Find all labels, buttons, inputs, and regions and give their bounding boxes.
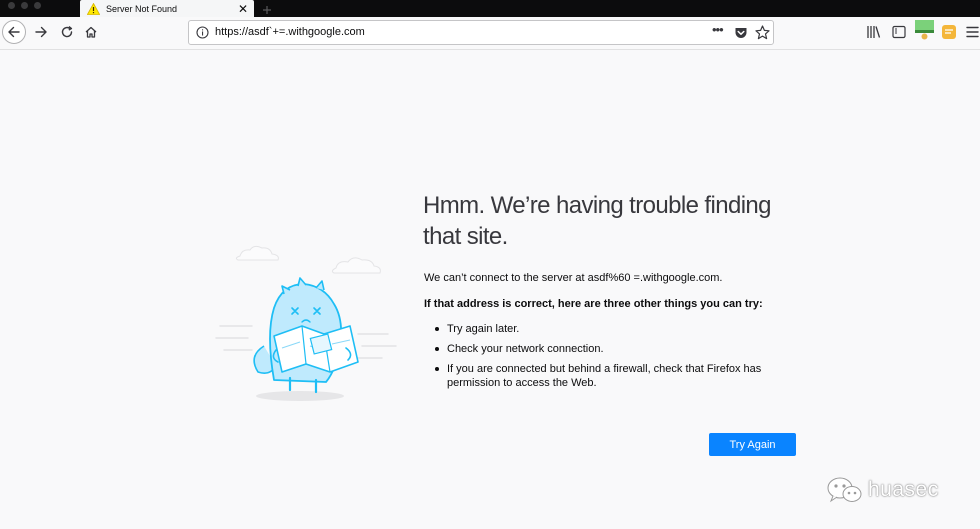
- url-text[interactable]: https://asdf`+=.withgoogle.com: [215, 26, 365, 38]
- back-arrow-icon: [8, 26, 20, 38]
- hamburger-menu-icon[interactable]: [965, 24, 980, 40]
- url-bar[interactable]: https://asdf`+=.withgoogle.com •••: [188, 20, 774, 45]
- error-illustration: [212, 238, 412, 410]
- star-icon[interactable]: [755, 25, 770, 40]
- tab-server-not-found[interactable]: Server Not Found ✕: [80, 0, 254, 17]
- list-item: Check your network connection.: [424, 342, 804, 356]
- reload-icon: [61, 25, 73, 38]
- close-window-button[interactable]: [8, 2, 15, 9]
- minimize-window-button[interactable]: [21, 2, 28, 9]
- suggestions-list: Try again later. Check your network conn…: [424, 322, 804, 396]
- navigation-toolbar: https://asdf`+=.withgoogle.com •••: [0, 17, 980, 50]
- try-again-button[interactable]: Try Again: [709, 433, 796, 456]
- error-description: We can’t connect to the server at asdf%6…: [424, 272, 723, 284]
- back-button[interactable]: [2, 20, 26, 44]
- extension-icon[interactable]: [941, 24, 957, 40]
- tab-strip: Server Not Found ✕: [0, 0, 980, 17]
- watermark-text: huasec: [868, 478, 939, 501]
- page-actions-menu-icon[interactable]: •••: [712, 22, 724, 37]
- forward-button[interactable]: [31, 22, 51, 42]
- suggestions-heading: If that address is correct, here are thr…: [424, 298, 763, 310]
- new-tab-icon[interactable]: [262, 2, 272, 14]
- library-icon[interactable]: [866, 25, 882, 39]
- tab-title: Server Not Found: [106, 3, 178, 14]
- list-item: If you are connected but behind a firewa…: [424, 362, 804, 390]
- window-controls[interactable]: [8, 2, 41, 9]
- home-button[interactable]: [81, 22, 101, 42]
- reload-button[interactable]: [57, 22, 77, 42]
- info-icon[interactable]: [196, 26, 209, 39]
- watermark: huasec: [826, 474, 939, 506]
- close-tab-icon[interactable]: ✕: [238, 3, 248, 15]
- extension-icon[interactable]: [914, 19, 935, 41]
- zoom-window-button[interactable]: [34, 2, 41, 9]
- wechat-icon: [826, 476, 862, 504]
- warning-icon: [87, 2, 100, 15]
- pocket-icon[interactable]: [734, 26, 748, 40]
- forward-arrow-icon: [35, 26, 47, 38]
- list-item: Try again later.: [424, 322, 804, 336]
- sidebar-icon[interactable]: [891, 25, 907, 39]
- home-icon: [85, 26, 97, 38]
- error-title: Hmm. We’re having trouble finding that s…: [423, 192, 772, 250]
